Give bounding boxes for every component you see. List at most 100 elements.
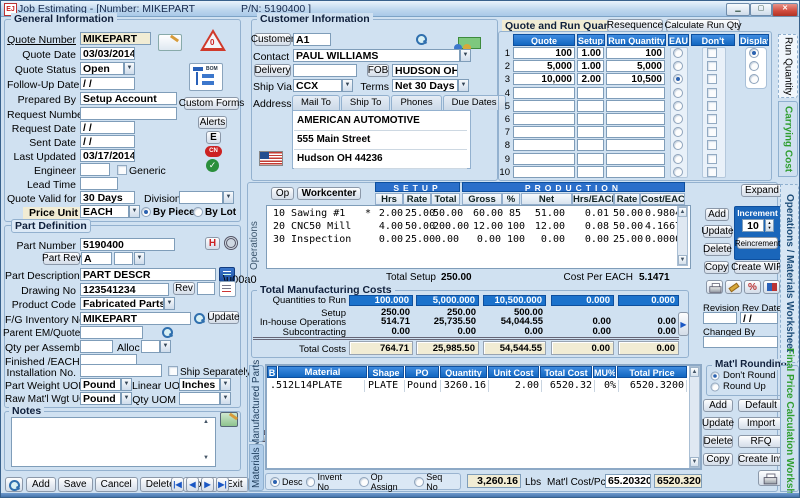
- materials-scrollbar[interactable]: ▲ ▼: [689, 366, 700, 468]
- run-quantity-cell[interactable]: [606, 139, 665, 151]
- rounding-action-button[interactable]: RFQ: [738, 435, 784, 448]
- increment-stepper[interactable]: 10: [742, 219, 764, 232]
- tab-operations[interactable]: Operations: [247, 206, 262, 286]
- chevron-down-icon[interactable]: ▼: [121, 378, 132, 391]
- search-button[interactable]: [5, 477, 23, 492]
- ship-separately-checkbox[interactable]: [168, 366, 178, 376]
- print-icon[interactable]: [706, 280, 723, 294]
- tab-materials[interactable]: Materials: [249, 444, 264, 491]
- quote-quantity-cell[interactable]: 5,000: [513, 60, 575, 72]
- drawing-rev-field[interactable]: [197, 282, 215, 295]
- bom-icon[interactable]: BOM: [189, 63, 223, 91]
- rounding-action-button[interactable]: Default: [738, 399, 784, 412]
- search-icon[interactable]: [415, 33, 427, 45]
- delete-operation-button[interactable]: Delete: [704, 243, 731, 256]
- rounding-action-button[interactable]: Update: [703, 417, 733, 430]
- rounding-action-button[interactable]: Import: [738, 417, 784, 430]
- list-icon[interactable]: [219, 281, 236, 297]
- rounding-action-button[interactable]: Create Inv: [738, 453, 784, 466]
- chevron-down-icon[interactable]: ▼: [160, 340, 171, 353]
- fob-field[interactable]: HUDSON OH: [392, 64, 458, 77]
- sort-option[interactable]: Op Assign: [359, 472, 412, 492]
- eau-radio[interactable]: [673, 140, 683, 150]
- dont-print-checkbox[interactable]: [707, 114, 717, 124]
- setups-cell[interactable]: [577, 153, 604, 165]
- rounding-action-button[interactable]: Add: [703, 399, 733, 412]
- address-tab[interactable]: Mail To: [292, 95, 340, 110]
- minimize-button[interactable]: ▁: [726, 3, 750, 16]
- run-quantity-cell[interactable]: [606, 113, 665, 125]
- customer-field[interactable]: A1: [293, 33, 331, 46]
- follow-up-date-field[interactable]: / /: [80, 77, 135, 90]
- check-icon[interactable]: ✓: [206, 159, 219, 172]
- workcenter-button[interactable]: Workcenter: [297, 187, 361, 200]
- eau-radio[interactable]: [673, 61, 683, 71]
- create-wip-button[interactable]: Create WIP: [734, 261, 780, 274]
- sort-radio[interactable]: [270, 477, 280, 487]
- part-rev-button[interactable]: Part Rev: [43, 252, 80, 265]
- add-operation-button[interactable]: Add: [705, 208, 729, 221]
- nav-button[interactable]: Add: [26, 477, 56, 492]
- display-radio[interactable]: [749, 74, 759, 84]
- eau-radio[interactable]: [673, 154, 683, 164]
- setups-cell[interactable]: [577, 113, 604, 125]
- nav-button[interactable]: Cancel: [95, 477, 138, 492]
- book-icon[interactable]: [763, 280, 780, 294]
- terms-select[interactable]: Net 30 Days: [392, 79, 458, 92]
- price-unit-select[interactable]: EACH: [80, 205, 129, 218]
- setups-cell[interactable]: [577, 126, 604, 138]
- scroll-up-icon[interactable]: ▲: [690, 367, 699, 377]
- setups-cell[interactable]: 1.00: [577, 47, 604, 59]
- eau-radio[interactable]: [673, 48, 683, 58]
- quote-quantity-cell[interactable]: [513, 113, 575, 125]
- part-description-field[interactable]: PART DESCR: [80, 268, 216, 281]
- scroll-up-icon[interactable]: ▲: [678, 207, 687, 217]
- tab-operations-materials-worksheet[interactable]: Operations / Materials Worksheet: [780, 184, 799, 363]
- memo-icon[interactable]: [158, 34, 182, 51]
- reincrement-button[interactable]: Reincrement: [737, 237, 778, 249]
- contact-select[interactable]: PAUL WILLIAMS: [293, 49, 460, 62]
- operation-row[interactable]: 30 Inspection 0.00 25.00 0.00 0.00 100 0…: [267, 233, 673, 246]
- alloc-field[interactable]: [141, 340, 160, 353]
- part-rev2-field[interactable]: [114, 252, 133, 265]
- run-quantity-cell[interactable]: 10,500: [606, 73, 665, 85]
- rev-date-field[interactable]: / /: [740, 312, 778, 324]
- spinner-arrows-icon[interactable]: ▲▼: [765, 219, 774, 232]
- chevron-down-icon[interactable]: ▼: [342, 79, 353, 92]
- costs-next-icon[interactable]: ▶: [678, 312, 689, 336]
- notes-textarea[interactable]: [11, 417, 216, 467]
- tab-run-quantity[interactable]: Run Quantity: [778, 34, 798, 98]
- chevron-down-icon[interactable]: ▼: [134, 252, 145, 265]
- chevron-down-icon[interactable]: ▼: [220, 378, 231, 391]
- quote-quantity-cell[interactable]: 10,000: [513, 73, 575, 85]
- setups-cell[interactable]: [577, 100, 604, 112]
- sort-radio[interactable]: [414, 477, 424, 487]
- drawing-no-field[interactable]: 123541234: [80, 283, 169, 296]
- request-date-field[interactable]: / /: [80, 121, 135, 134]
- run-quantity-cell[interactable]: [606, 153, 665, 165]
- run-quantity-cell[interactable]: [606, 126, 665, 138]
- setups-cell[interactable]: 2.00: [577, 73, 604, 85]
- run-quantity-cell[interactable]: 5,000: [606, 60, 665, 72]
- prev-record-icon[interactable]: ◀: [186, 477, 199, 492]
- prepared-by-field[interactable]: Setup Account: [80, 92, 177, 105]
- quote-quantity-cell[interactable]: [513, 166, 575, 178]
- generic-checkbox[interactable]: [117, 165, 127, 175]
- dont-print-checkbox[interactable]: [707, 140, 717, 150]
- run-quantity-cell[interactable]: [606, 87, 665, 99]
- setups-cell[interactable]: [577, 166, 604, 178]
- revision-field[interactable]: [703, 312, 737, 324]
- quote-date-field[interactable]: 03/03/2014: [80, 47, 135, 60]
- rounding-radio[interactable]: [711, 371, 720, 380]
- quote-quantity-cell[interactable]: [513, 126, 575, 138]
- ship-via-select[interactable]: CCX: [293, 79, 342, 92]
- dont-print-checkbox[interactable]: [707, 167, 717, 177]
- run-quantity-cell[interactable]: [606, 166, 665, 178]
- quote-status-select[interactable]: Open: [80, 62, 124, 75]
- brush-icon[interactable]: [725, 280, 742, 294]
- search-icon[interactable]: [161, 326, 173, 338]
- lead-time-field[interactable]: [80, 177, 118, 190]
- chevron-down-icon[interactable]: ▼: [129, 205, 140, 218]
- dont-print-checkbox[interactable]: [707, 88, 717, 98]
- rounding-action-button[interactable]: Delete: [703, 435, 733, 448]
